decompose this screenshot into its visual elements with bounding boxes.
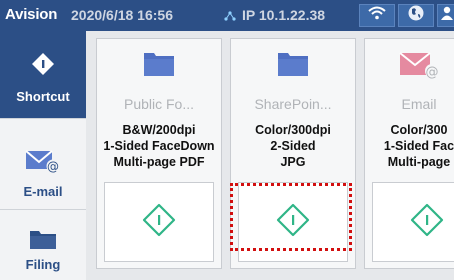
- folder-icon: [277, 51, 309, 91]
- setting-line: Color/300: [390, 123, 448, 137]
- network-icon: [224, 8, 236, 24]
- user-icon: [440, 5, 454, 26]
- card-icon-area: [231, 51, 355, 91]
- shortcut-card[interactable]: Public Fo... B&W/200dpi 1-Sided FaceDown…: [96, 38, 222, 269]
- sidebar-item-label: E-mail: [23, 184, 63, 199]
- ip-label: IP 10.1.22.38: [242, 7, 326, 23]
- setting-line: B&W/200dpi: [122, 123, 196, 137]
- setting-line: 1-Sided FaceDown: [103, 139, 215, 153]
- screen: Avision 2020/6/18 16:56 IP 10.1.22.38 Sh…: [0, 0, 454, 280]
- card-icon-area: [97, 51, 221, 91]
- card-settings: Color/300 1-Sided Fac Multi-page: [365, 122, 454, 170]
- card-settings: Color/300dpi 2-Sided JPG: [231, 122, 355, 170]
- status-bar: Avision 2020/6/18 16:56 IP 10.1.22.38: [0, 0, 454, 31]
- start-scan-button[interactable]: [372, 182, 454, 262]
- diamond-start-icon: [31, 31, 55, 81]
- setting-line: 1-Sided Fac: [383, 139, 454, 153]
- shortcut-card[interactable]: @ Email Color/300 1-Sided Fac Multi-page: [364, 38, 454, 269]
- setting-line: Multi-page PDF: [113, 155, 205, 169]
- highlight-annotation: [230, 183, 352, 251]
- sidebar-item-filing[interactable]: Filing: [0, 221, 86, 280]
- datetime-label: 2020/6/18 16:56: [71, 7, 173, 23]
- sidebar-item-label: Shortcut: [16, 89, 70, 104]
- globe-button[interactable]: [398, 4, 434, 27]
- sidebar: Shortcut @ E-mail Filing: [0, 31, 87, 280]
- sidebar-item-label: Filing: [25, 257, 61, 272]
- card-name: Public Fo...: [123, 96, 195, 112]
- diamond-start-icon: [142, 203, 176, 242]
- setting-line: Multi-page: [387, 155, 451, 169]
- card-settings: B&W/200dpi 1-Sided FaceDown Multi-page P…: [97, 122, 221, 170]
- globe-icon: [407, 4, 425, 27]
- setting-line: Color/300dpi: [255, 123, 331, 137]
- email-icon: @: [25, 119, 61, 178]
- email-icon: @: [399, 51, 439, 91]
- folder-icon: [143, 51, 175, 91]
- svg-text:@: @: [47, 160, 59, 174]
- brand-label: Avision: [5, 6, 58, 23]
- wifi-icon: [368, 6, 386, 25]
- svg-text:@: @: [426, 65, 439, 79]
- start-scan-button[interactable]: [104, 182, 214, 262]
- divider: [0, 209, 86, 210]
- ip-info: IP 10.1.22.38: [224, 7, 325, 24]
- setting-line: JPG: [280, 155, 306, 169]
- card-name: Email: [401, 96, 437, 112]
- setting-line: 2-Sided: [270, 139, 316, 153]
- sidebar-item-email[interactable]: @ E-mail: [0, 119, 86, 209]
- card-icon-area: @: [365, 51, 454, 91]
- wifi-button[interactable]: [359, 4, 395, 27]
- card-name: SharePoin...: [254, 96, 332, 112]
- diamond-start-icon: [410, 203, 444, 242]
- sidebar-item-shortcut[interactable]: Shortcut: [0, 31, 86, 118]
- folder-icon: [29, 221, 57, 255]
- user-button[interactable]: [437, 4, 454, 27]
